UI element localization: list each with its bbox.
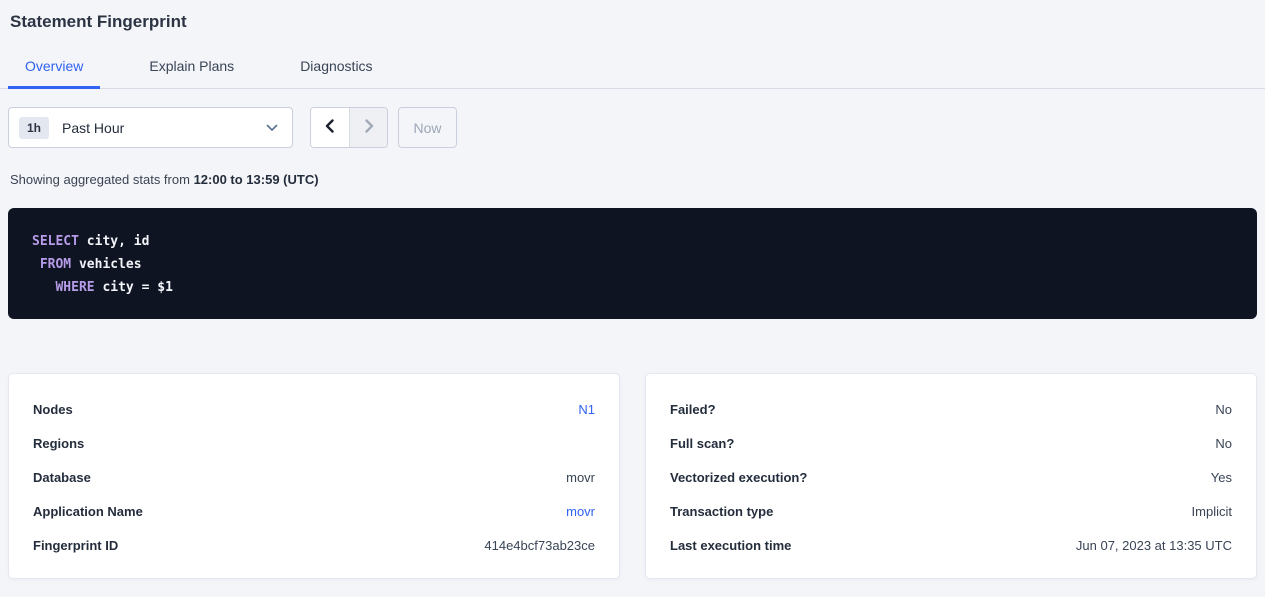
- time-range-badge: 1h: [19, 117, 49, 139]
- now-button[interactable]: Now: [398, 107, 457, 148]
- statement-fingerprint-page: Statement Fingerprint Overview Explain Pl…: [0, 11, 1265, 579]
- row-label: Regions: [33, 436, 84, 451]
- row-label: Fingerprint ID: [33, 538, 118, 553]
- summary-cards: NodesN1RegionsDatabasemovrApplication Na…: [8, 373, 1257, 579]
- chevron-left-icon: [324, 119, 336, 136]
- row-label: Database: [33, 470, 91, 485]
- tab-overview[interactable]: Overview: [8, 55, 100, 89]
- summary-row: Failed? No: [670, 392, 1232, 426]
- summary-row: Full scan? No: [670, 426, 1232, 460]
- row-label: Last execution time: [670, 538, 791, 553]
- row-value: Yes: [1211, 470, 1232, 485]
- row-value: 414e4bcf73ab23ce: [484, 538, 595, 553]
- time-range-dropdown[interactable]: 1h Past Hour: [8, 107, 293, 148]
- sql-statement-box: SELECT city, id FROM vehicles WHERE city…: [8, 208, 1257, 319]
- summary-row: Regions: [33, 426, 595, 460]
- summary-row: Vectorized execution? Yes: [670, 460, 1232, 494]
- summary-row: Application Name movr: [33, 494, 595, 528]
- row-value-link[interactable]: movr: [566, 504, 595, 519]
- tab-explain-plans[interactable]: Explain Plans: [132, 55, 251, 89]
- summary-row: Last execution time Jun 07, 2023 at 13:35…: [670, 528, 1232, 562]
- row-value: Implicit: [1192, 504, 1232, 519]
- row-value: No: [1215, 402, 1232, 417]
- prev-time-button[interactable]: [311, 108, 349, 147]
- tab-diagnostics[interactable]: Diagnostics: [283, 55, 389, 89]
- row-label: Application Name: [33, 504, 143, 519]
- row-label: Vectorized execution?: [670, 470, 807, 485]
- tab-bar: Overview Explain Plans Diagnostics: [0, 55, 1265, 89]
- page-title: Statement Fingerprint: [10, 11, 1257, 33]
- summary-row: Database movr: [33, 460, 595, 494]
- time-picker-controls: 1h Past Hour Now: [8, 107, 1257, 148]
- row-label: Nodes: [33, 402, 73, 417]
- summary-row: Fingerprint ID 414e4bcf73ab23ce: [33, 528, 595, 562]
- sql-line: WHERE city = $1: [32, 276, 1233, 299]
- execution-attributes-card: Failed? No Full scan? No Vectorized executio…: [645, 373, 1257, 579]
- row-label: Full scan?: [670, 436, 734, 451]
- row-label: Transaction type: [670, 504, 773, 519]
- row-value-link[interactable]: N1: [578, 402, 595, 417]
- sql-line: SELECT city, id: [32, 230, 1233, 253]
- chevron-right-icon: [363, 119, 375, 136]
- row-label: Failed?: [670, 402, 716, 417]
- time-arrow-group: [310, 107, 388, 148]
- row-value: No: [1215, 436, 1232, 451]
- stats-line-range: 12:00 to 13:59 (UTC): [194, 172, 319, 187]
- row-value: movr: [566, 470, 595, 485]
- row-value: Jun 07, 2023 at 13:35 UTC: [1076, 538, 1232, 553]
- stats-line-prefix: Showing aggregated stats from: [10, 172, 190, 187]
- statement-details-card: NodesN1RegionsDatabasemovrApplication Na…: [8, 373, 620, 579]
- next-time-button[interactable]: [349, 108, 387, 147]
- aggregated-stats-line: Showing aggregated stats from 12:00 to 1…: [10, 172, 1257, 187]
- summary-row: Transaction type Implicit: [670, 494, 1232, 528]
- sql-line: FROM vehicles: [32, 253, 1233, 276]
- summary-row: Nodes N1: [33, 392, 595, 426]
- time-range-label: Past Hour: [62, 120, 266, 136]
- chevron-down-icon: [266, 119, 278, 137]
